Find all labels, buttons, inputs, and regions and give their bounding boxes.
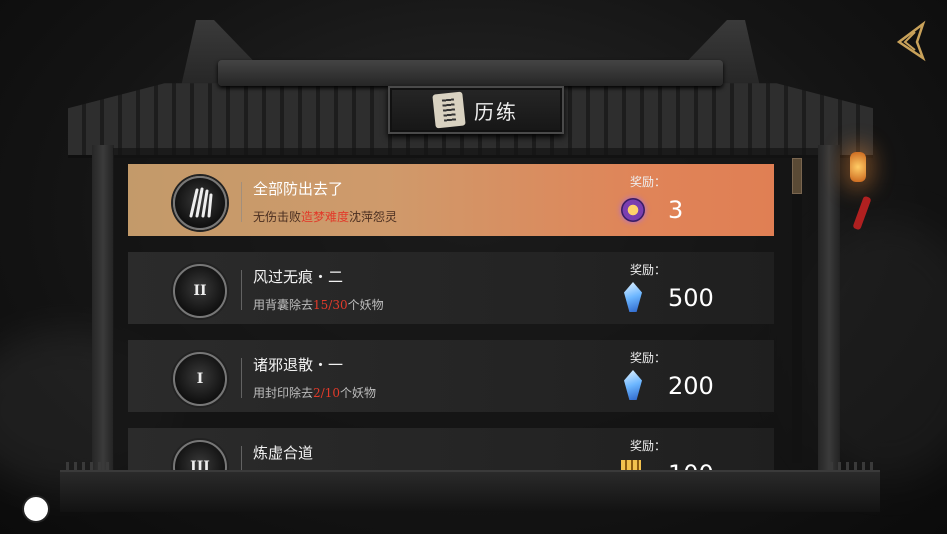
list-item[interactable]: II 风过无痕・二 用背囊除去15/30个妖物 奖励： 500: [128, 252, 774, 324]
gold-icon: [621, 460, 641, 470]
achievement-badge-icon: II: [173, 264, 227, 318]
reward-value: 500: [668, 284, 714, 312]
title-plaque: 历练: [388, 86, 564, 134]
reward-value: 3: [668, 196, 684, 224]
item-title: 诸邪退散・一: [253, 356, 344, 374]
roof-ridge: [218, 60, 723, 86]
token-icon: [621, 198, 645, 222]
item-desc: 用背囊除去15/30个妖物: [253, 298, 384, 312]
floating-assist-button[interactable]: [24, 497, 48, 521]
lantern-icon: [850, 152, 866, 182]
item-desc: 用封印除去2/10个妖物: [253, 386, 376, 400]
achievement-badge-icon: III: [173, 440, 227, 470]
back-arrow-icon: [896, 20, 926, 62]
list-item[interactable]: III 炼虚合道 奖励： 100: [128, 428, 774, 470]
item-desc: 无伤击败造梦难度沈萍怨灵: [253, 210, 398, 224]
separator: [241, 182, 242, 222]
separator: [241, 270, 242, 310]
reward-label: 奖励：: [630, 439, 667, 453]
back-button[interactable]: [893, 20, 933, 62]
claw-icon: [189, 187, 213, 218]
pillar-left: [92, 145, 114, 500]
scrollbar[interactable]: [792, 158, 802, 463]
achievement-badge-icon: [173, 176, 227, 230]
item-title: 炼虚合道: [253, 444, 314, 462]
reward-label: 奖励：: [630, 351, 667, 365]
reward-value: 100: [668, 460, 714, 470]
item-title: 全部防出去了: [253, 180, 344, 198]
item-title: 风过无痕・二: [253, 268, 344, 286]
reward-label: 奖励：: [630, 175, 667, 189]
bottom-rail: [60, 470, 880, 512]
crystal-icon: [624, 370, 642, 400]
list-item[interactable]: I 诸邪退散・一 用封印除去2/10个妖物 奖励： 200: [128, 340, 774, 412]
pillar-right: [818, 145, 840, 500]
scrollbar-thumb[interactable]: [792, 158, 802, 194]
crystal-icon: [624, 282, 642, 312]
page-title: 历练: [474, 99, 518, 124]
separator: [241, 358, 242, 398]
achievement-list[interactable]: 全部防出去了 无伤击败造梦难度沈萍怨灵 奖励： 3 II 风过无痕・二 用背囊除…: [128, 160, 776, 470]
scroll-icon: [432, 91, 466, 129]
list-item[interactable]: 全部防出去了 无伤击败造梦难度沈萍怨灵 奖励： 3: [128, 164, 774, 236]
reward-value: 200: [668, 372, 714, 400]
separator: [241, 446, 242, 470]
achievement-badge-icon: I: [173, 352, 227, 406]
reward-label: 奖励：: [630, 263, 667, 277]
